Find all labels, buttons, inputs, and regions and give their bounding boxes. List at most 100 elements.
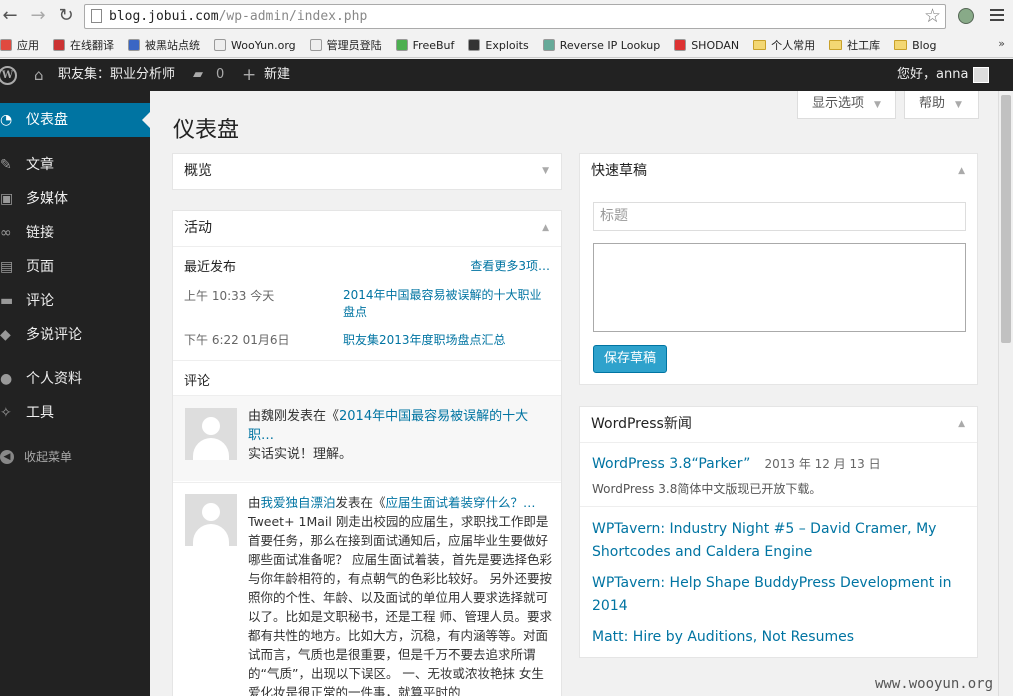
news-main-link[interactable]: WordPress 3.8“Parker” xyxy=(592,456,750,472)
media-icon: ▣ xyxy=(0,191,14,207)
news-link[interactable]: Matt: Hire by Auditions, Not Resumes xyxy=(592,629,854,645)
bookmark-label: WooYun.org xyxy=(231,38,296,52)
post-link[interactable]: 职友集2013年度职场盘点汇总 xyxy=(343,331,506,348)
pin-icon: ✎ xyxy=(0,157,12,173)
bookmark-item[interactable]: Blog xyxy=(894,39,936,52)
wordpress-logo-icon[interactable]: W xyxy=(0,66,17,85)
sidebar-item-label: 工具 xyxy=(26,405,54,421)
sidebar-item-label: 个人资料 xyxy=(26,371,82,387)
quick-draft-header[interactable]: 快速草稿 ▲ xyxy=(580,154,977,190)
screen-options-button[interactable]: 显示选项 ▼ xyxy=(797,91,896,119)
scrollbar-thumb[interactable] xyxy=(1001,95,1011,343)
commenter-avatar xyxy=(185,494,237,546)
comment-item: 由我爱独自漂泊发表在《应届生面试着装穿什么？… Tweet+ 1Mail 刚走出… xyxy=(173,482,561,696)
greeting[interactable]: 您好，anna xyxy=(897,59,968,91)
collapse-menu-button[interactable]: ◀ 收起菜单 xyxy=(0,447,72,467)
bookmark-item[interactable]: 管理员登陆 xyxy=(309,37,382,53)
folder-icon xyxy=(894,40,908,50)
overview-widget: 概览 ▼ xyxy=(172,153,562,190)
favicon-icon xyxy=(128,39,140,51)
draft-content-textarea[interactable] xyxy=(593,243,966,332)
site-name-link[interactable]: 职友集：职业分析师 xyxy=(58,59,175,91)
main-content: 显示选项 ▼ 帮助 ▼ 仪表盘 概览 ▼ 活动 ▲ 最近发布 查看更多3项… 上午 10… xyxy=(150,91,998,696)
favicon-icon xyxy=(214,39,226,51)
bookmark-item[interactable]: SHODAN xyxy=(674,39,739,52)
bookmark-item[interactable]: WooYun.org xyxy=(214,39,296,52)
extension-icon[interactable] xyxy=(958,8,974,24)
plus-icon[interactable]: + xyxy=(242,59,256,91)
user-icon: ● xyxy=(0,371,13,387)
sidebar-item-link[interactable]: ∞ 链接 xyxy=(0,216,150,250)
bookmark-star-icon[interactable]: ☆ xyxy=(924,5,941,27)
forward-icon[interactable]: → xyxy=(28,6,48,26)
sidebar-item-label: 多媒体 xyxy=(26,191,68,207)
page-title: 仪表盘 xyxy=(173,118,240,143)
bookmark-item[interactable]: 社工库 xyxy=(829,37,880,53)
news-header[interactable]: WordPress新闻 ▲ xyxy=(580,407,977,443)
bookmark-item[interactable]: 个人常用 xyxy=(753,37,815,53)
browser-menu-icon[interactable] xyxy=(990,9,1004,24)
sidebar-item-media[interactable]: ▣ 多媒体 xyxy=(0,182,150,216)
news-link-wrap: Matt: Hire by Auditions, Not Resumes xyxy=(592,626,962,649)
sidebar-item-wrench[interactable]: ✧ 工具 xyxy=(0,396,150,430)
bookmark-item[interactable]: 应用 xyxy=(0,37,39,53)
help-button[interactable]: 帮助 ▼ xyxy=(904,91,979,119)
toggle-up-icon[interactable]: ▲ xyxy=(542,211,549,246)
bookmark-item[interactable]: 被黑站点统 xyxy=(128,37,200,53)
comments-count[interactable]: 0 xyxy=(216,59,224,91)
post-time: 上午 10:33 今天 xyxy=(184,289,275,303)
draft-title-input[interactable]: 标题 xyxy=(593,202,966,231)
bookmark-item[interactable]: FreeBuf xyxy=(395,39,454,52)
sidebar-item-comment[interactable]: ▬ 评论 xyxy=(0,284,150,318)
admin-bar: W ⌂ 职友集：职业分析师 ▰ 0 + 新建 您好，anna xyxy=(0,59,1013,91)
favicon-icon xyxy=(468,39,481,51)
back-icon[interactable]: ← xyxy=(0,6,20,26)
toggle-up-icon[interactable]: ▲ xyxy=(958,407,965,442)
new-content-link[interactable]: 新建 xyxy=(264,59,290,91)
commenter-avatar xyxy=(185,408,237,460)
wordpress-news-widget: WordPress新闻 ▲ WordPress 3.8“Parker” 2013 … xyxy=(579,406,978,658)
toggle-up-icon[interactable]: ▲ xyxy=(958,154,965,189)
bookmark-item[interactable]: Exploits xyxy=(468,39,529,52)
bookmark-item[interactable]: Reverse IP Lookup xyxy=(542,38,661,52)
news-link-wrap: WPTavern: Industry Night #5 – David Cram… xyxy=(592,518,962,564)
news-link[interactable]: WPTavern: Industry Night #5 – David Cram… xyxy=(592,521,936,560)
more-posts-link[interactable]: 查看更多3项… xyxy=(470,257,550,274)
favicon-icon xyxy=(53,39,65,51)
admin-sidebar: ◀ 收起菜单 ◔ 仪表盘 ✎ 文章 ▣ 多媒体 ∞ 链接 ▤ 页面 ▬ 评论 ◆ 多说评论 ● 个人资料 ✧ 工具 xyxy=(0,91,150,696)
reload-icon[interactable]: ↻ xyxy=(56,6,76,26)
quick-draft-widget: 快速草稿 ▲ 标题 保存草稿 xyxy=(579,153,978,385)
sidebar-item-dashboard[interactable]: ◔ 仪表盘 xyxy=(0,103,150,137)
dashboard-icon: ◔ xyxy=(0,112,13,128)
sidebar-item-user[interactable]: ● 个人资料 xyxy=(0,362,150,396)
address-bar[interactable]: blog.jobui.com/wp-admin/index.php ☆ xyxy=(84,4,946,29)
comment-author-link[interactable]: 我爱独自漂泊 xyxy=(261,495,336,510)
bookmark-label: 应用 xyxy=(17,39,39,52)
bookmark-item[interactable]: 在线翻译 xyxy=(53,37,114,53)
save-draft-button[interactable]: 保存草稿 xyxy=(593,345,668,373)
comment-bubble-icon[interactable]: ▰ xyxy=(193,59,203,91)
post-link[interactable]: 2014年中国最容易被误解的十大职业盘点 xyxy=(343,288,542,319)
user-avatar[interactable] xyxy=(973,67,989,83)
sidebar-item-pin[interactable]: ✎ 文章 xyxy=(0,148,150,182)
bookmark-label: Reverse IP Lookup xyxy=(559,38,661,52)
folder-icon xyxy=(753,40,767,50)
activity-header[interactable]: 活动 ▲ xyxy=(173,211,561,247)
bookmark-label: 被黑站点统 xyxy=(145,39,200,52)
overview-header[interactable]: 概览 ▼ xyxy=(173,154,561,190)
news-link-wrap: WPTavern: Help Shape BuddyPress Developm… xyxy=(592,572,962,618)
sidebar-item-label: 仪表盘 xyxy=(26,112,68,128)
comment-post-link[interactable]: 应届生面试着装穿什么？… xyxy=(386,495,536,510)
home-icon[interactable]: ⌂ xyxy=(34,59,44,91)
sidebar-item-duoshuo[interactable]: ◆ 多说评论 xyxy=(0,318,150,352)
sidebar-item-label: 页面 xyxy=(26,259,54,275)
scrollbar[interactable] xyxy=(998,91,1013,696)
bookmarks-overflow-icon[interactable]: » xyxy=(998,37,1005,50)
page-icon xyxy=(91,9,102,23)
toggle-down-icon[interactable]: ▼ xyxy=(542,154,549,189)
favicon-icon xyxy=(542,39,555,51)
news-link[interactable]: WPTavern: Help Shape BuddyPress Developm… xyxy=(592,575,952,614)
sidebar-item-label: 文章 xyxy=(26,157,54,173)
duoshuo-icon: ◆ xyxy=(0,327,11,343)
sidebar-item-page[interactable]: ▤ 页面 xyxy=(0,250,150,284)
